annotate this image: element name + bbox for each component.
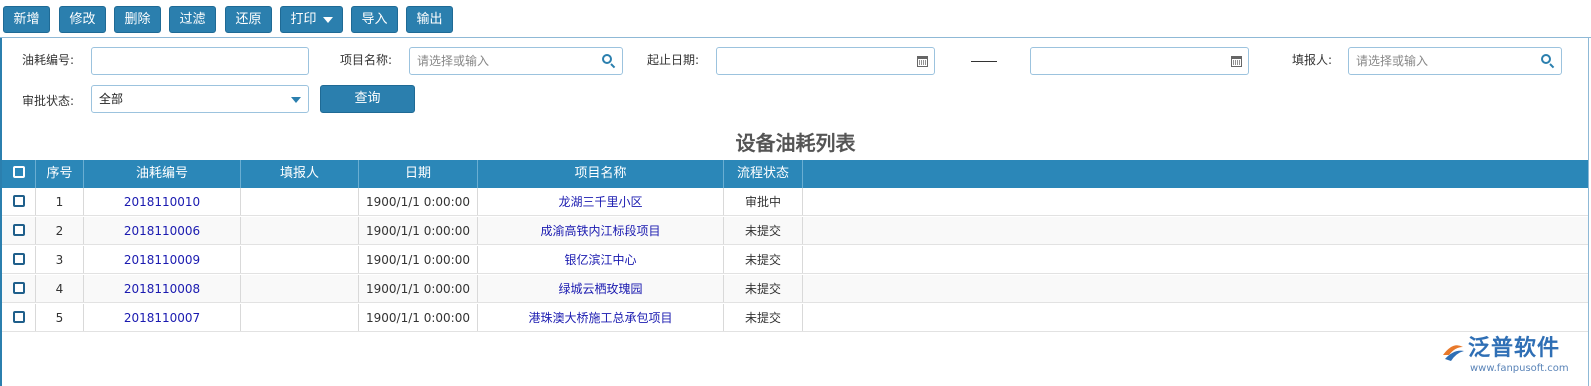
cell-date: 1900/1/1 0:00:00: [359, 188, 478, 215]
search-icon[interactable]: [1541, 54, 1555, 69]
page-title: 设备油耗列表: [735, 131, 856, 155]
restore-button[interactable]: 还原: [225, 6, 272, 33]
cell-project-link[interactable]: 港珠澳大桥施工总承包项目: [478, 304, 724, 331]
cell-code-link[interactable]: 2018110009: [84, 246, 241, 273]
cell-code-link[interactable]: 2018110007: [84, 304, 241, 331]
cell-reporter: [241, 246, 359, 273]
status-select-value: 全部: [99, 92, 124, 106]
cell-date: 1900/1/1 0:00:00: [359, 304, 478, 331]
reporter-input[interactable]: 请选择或输入: [1348, 47, 1562, 75]
cell-status: 未提交: [724, 275, 803, 302]
caret-down-icon: [322, 16, 333, 23]
cell-reporter: [241, 304, 359, 331]
logo-url-text: www.fanpusoft.com: [1470, 363, 1569, 374]
cell-reporter: [241, 217, 359, 244]
toolbar: 新增 修改 删除 过滤 还原 打印 导入 输出: [0, 0, 1591, 38]
cell-no: 3: [36, 246, 84, 273]
cell-code-link[interactable]: 2018110006: [84, 217, 241, 244]
status-select[interactable]: 全部: [91, 85, 309, 113]
code-label: 油耗编号:: [22, 53, 75, 67]
row-checkbox[interactable]: [12, 311, 25, 323]
table-row[interactable]: 2 2018110006 1900/1/1 0:00:00 成渝高铁内江标段项目…: [2, 217, 1588, 245]
cell-reporter: [241, 275, 359, 302]
table-row[interactable]: 4 2018110008 1900/1/1 0:00:00 绿城云栖玫瑰园 未提…: [2, 275, 1588, 303]
reporter-placeholder: 请选择或输入: [1356, 54, 1429, 68]
cell-date: 1900/1/1 0:00:00: [359, 217, 478, 244]
cell-code-link[interactable]: 2018110008: [84, 275, 241, 302]
row-select-cell: [2, 188, 36, 215]
cell-status: 未提交: [724, 217, 803, 244]
calendar-icon[interactable]: [917, 56, 928, 67]
filter-button[interactable]: 过滤: [169, 6, 216, 33]
row-select-cell: [2, 275, 36, 302]
cell-project-link[interactable]: 龙湖三千里小区: [478, 188, 724, 215]
print-dropdown-button[interactable]: 打印: [280, 6, 343, 33]
cell-no: 5: [36, 304, 84, 331]
cell-project-link[interactable]: 绿城云栖玫瑰园: [478, 275, 724, 302]
print-label: 打印: [290, 12, 317, 27]
select-all-checkbox[interactable]: [12, 166, 25, 178]
cell-reporter: [241, 188, 359, 215]
col-header-reporter[interactable]: 填报人: [241, 160, 359, 188]
logo-mark-icon: [1443, 345, 1464, 361]
cell-no: 2: [36, 217, 84, 244]
export-button[interactable]: 输出: [406, 6, 453, 33]
code-input[interactable]: [91, 47, 309, 75]
logo-brand-text: 泛普软件: [1468, 336, 1561, 361]
cell-status: 审批中: [724, 188, 803, 215]
edit-button[interactable]: 修改: [59, 6, 106, 33]
row-select-cell: [2, 246, 36, 273]
row-select-cell: [2, 217, 36, 244]
date-range-separator: [971, 61, 997, 62]
project-placeholder: 请选择或输入: [417, 54, 490, 68]
cell-project-link[interactable]: 银亿滨江中心: [478, 246, 724, 273]
row-select-cell: [2, 304, 36, 331]
project-input[interactable]: 请选择或输入: [409, 47, 623, 75]
cell-status: 未提交: [724, 246, 803, 273]
calendar-icon[interactable]: [1231, 56, 1242, 67]
table-header: 序号 油耗编号 填报人 日期 项目名称 流程状态: [2, 160, 1588, 188]
chevron-down-icon: [291, 97, 301, 103]
start-date-input[interactable]: [716, 47, 935, 75]
col-header-date[interactable]: 日期: [359, 160, 478, 188]
col-header-project[interactable]: 项目名称: [478, 160, 724, 188]
date-range-label: 起止日期:: [647, 53, 700, 67]
cell-date: 1900/1/1 0:00:00: [359, 246, 478, 273]
query-button[interactable]: 查询: [320, 85, 415, 113]
row-checkbox[interactable]: [12, 282, 25, 294]
row-checkbox[interactable]: [12, 224, 25, 236]
row-checkbox[interactable]: [12, 253, 25, 265]
brand-logo: 泛普软件 www.fanpusoft.com: [1440, 335, 1569, 375]
add-button[interactable]: 新增: [3, 6, 50, 33]
cell-date: 1900/1/1 0:00:00: [359, 275, 478, 302]
end-date-input[interactable]: [1030, 47, 1249, 75]
col-header-status[interactable]: 流程状态: [724, 160, 803, 188]
search-icon[interactable]: [602, 54, 616, 69]
table-row[interactable]: 1 2018110010 1900/1/1 0:00:00 龙湖三千里小区 审批…: [2, 188, 1588, 216]
project-label: 项目名称:: [340, 53, 393, 67]
col-header-code[interactable]: 油耗编号: [84, 160, 241, 188]
cell-no: 1: [36, 188, 84, 215]
status-label: 审批状态:: [22, 94, 75, 108]
reporter-label: 填报人:: [1292, 53, 1333, 67]
cell-project-link[interactable]: 成渝高铁内江标段项目: [478, 217, 724, 244]
delete-button[interactable]: 删除: [114, 6, 161, 33]
cell-code-link[interactable]: 2018110010: [84, 188, 241, 215]
import-button[interactable]: 导入: [351, 6, 398, 33]
cell-status: 未提交: [724, 304, 803, 331]
frame-right-border: [1588, 38, 1589, 386]
row-checkbox[interactable]: [12, 195, 25, 207]
cell-no: 4: [36, 275, 84, 302]
select-all-cell: [2, 160, 36, 188]
table-row[interactable]: 3 2018110009 1900/1/1 0:00:00 银亿滨江中心 未提交: [2, 246, 1588, 274]
table-row[interactable]: 5 2018110007 1900/1/1 0:00:00 港珠澳大桥施工总承包…: [2, 304, 1588, 332]
col-header-no: 序号: [36, 160, 84, 188]
